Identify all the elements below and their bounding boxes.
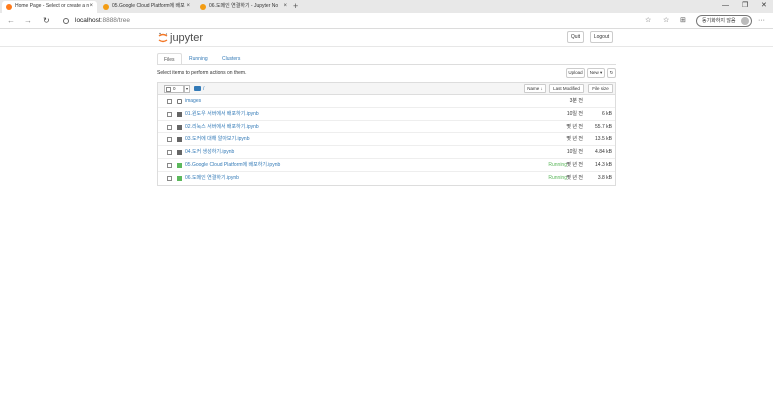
favorites-list-icon[interactable]: ☆ [663,15,669,27]
running-status: Running [548,174,567,181]
quit-button[interactable]: Quit [567,31,584,43]
row-checkbox[interactable] [167,150,172,156]
sort-by-modified-button[interactable]: Last Modified [549,84,584,93]
file-row[interactable]: 03.도커에 대해 알아보기.ipynb 몇 년 전 13.5 kB [158,133,615,147]
row-checkbox[interactable] [167,162,172,168]
new-tab-button[interactable]: + [293,0,298,12]
collections-icon[interactable]: ⊞ [680,15,686,27]
jupyter-logo-icon [158,32,168,43]
sort-by-size-button[interactable]: File size [588,84,613,93]
breadcrumb-root[interactable]: / [203,85,204,93]
jupyter-favicon-icon [200,4,206,10]
header-divider [0,46,773,47]
close-icon[interactable]: × [186,1,190,12]
profile-button[interactable]: 동기화하지 않음 [696,15,752,27]
browser-tab-home[interactable]: Home Page - Select or create a n × [2,1,97,13]
file-row[interactable]: images 3분 전 [158,95,615,108]
refresh-icon: ↻ [609,70,614,75]
file-row[interactable]: 05.Google Cloud Platform에 배포하기.ipynb Runn… [158,159,615,172]
file-size: 55.7 kB [595,123,612,130]
running-status: Running [548,161,567,168]
file-name-link[interactable]: images [185,95,201,108]
file-row[interactable]: 06.도메인 연결하기.ipynb Running 몇 년 전 3.8 kB [158,172,615,185]
profile-label: 동기화하지 않음 [702,18,736,24]
jupyter-favicon-icon [6,4,12,10]
row-checkbox[interactable] [167,137,172,143]
browser-tab-title: 05.Google Cloud Platform에 배포 [112,3,185,9]
favorite-star-icon[interactable]: ☆ [645,15,651,27]
window-close-button[interactable]: ✕ [761,0,767,12]
new-dropdown-button[interactable]: New ▾ [587,68,605,78]
close-icon[interactable]: × [89,1,93,12]
last-modified: 몇 년 전 [566,161,583,168]
browser-tab-gcp[interactable]: 05.Google Cloud Platform에 배포 × [99,1,194,13]
upload-button[interactable]: Upload [566,68,585,78]
folder-icon [177,99,182,104]
row-checkbox[interactable] [167,99,172,104]
avatar-icon [741,17,749,25]
last-modified: 3분 전 [569,98,583,104]
sort-by-name-button[interactable]: Name ↓ [524,84,546,93]
forward-button[interactable]: → [24,15,32,27]
file-name-link[interactable]: 05.Google Cloud Platform에 배포하기.ipynb [185,159,280,172]
address-bar[interactable]: localhost:8888/tree [75,15,635,27]
row-checkbox[interactable] [167,111,172,117]
file-name-link[interactable]: 03.도커에 대해 알아보기.ipynb [185,133,249,146]
notebook-icon [177,124,182,130]
reload-button[interactable]: ↻ [43,15,50,27]
file-list: 0 ▾ / Name ↓ Last Modified File size ima… [157,82,616,186]
file-name-link[interactable]: 04.도커 생성하기.ipynb [185,146,234,159]
last-modified: 10일 전 [566,110,583,117]
file-name-link[interactable]: 02.리눅스 서버에서 배포하기.ipynb [185,121,259,134]
file-size: 6 kB [601,110,612,117]
site-info-icon[interactable] [63,18,69,24]
close-icon[interactable]: × [283,1,287,12]
file-size: 14.3 kB [595,161,612,168]
select-all-checkbox[interactable] [166,87,171,92]
browser-tabstrip: Home Page - Select or create a n × 05.Go… [0,0,773,13]
notebook-icon [177,111,182,117]
notebook-icon [177,137,182,143]
last-modified: 몇 년 전 [566,123,583,130]
jupyter-logo[interactable]: jupyter [157,30,203,46]
row-checkbox[interactable] [167,175,172,181]
file-name-link[interactable]: 01.윈도우 서버에서 배포하기.ipynb [185,108,259,121]
jupyter-favicon-icon [103,4,109,10]
more-menu-icon[interactable]: ··· [758,15,765,27]
browser-tab-title: Home Page - Select or create a n [15,3,90,9]
file-row[interactable]: 04.도커 생성하기.ipynb 10일 전 4.84 kB [158,146,615,159]
browser-toolbar: ← → ↻ localhost:8888/tree ☆ ☆ ⊞ 동기화하지 않음… [0,13,773,29]
select-all-button[interactable]: 0 [164,85,184,93]
file-size: 3.8 kB [597,174,612,181]
file-rows: images 3분 전 01.윈도우 서버에서 배포하기.ipynb 10일 전 6 k… [158,95,615,185]
minimize-button[interactable]: — [722,0,729,12]
url-host: localhost [75,17,101,24]
folder-icon [194,86,201,91]
file-row[interactable]: 02.리눅스 서버에서 배포하기.ipynb 몇 년 전 55.7 kB [158,121,615,134]
row-checkbox[interactable] [167,124,172,130]
file-list-header: 0 ▾ / Name ↓ Last Modified File size [158,83,615,95]
back-button[interactable]: ← [7,15,15,27]
last-modified: 몇 년 전 [566,174,583,181]
logo-text: jupyter [170,32,204,44]
file-size: 13.5 kB [595,136,612,143]
url-path: :8888/tree [100,17,130,24]
select-menu-caret[interactable]: ▾ [184,85,190,93]
file-row[interactable]: 01.윈도우 서버에서 배포하기.ipynb 10일 전 6 kB [158,108,615,121]
tabs-divider [157,64,616,65]
notebook-icon [177,175,182,181]
last-modified: 몇 년 전 [566,136,583,143]
maximize-button[interactable]: ❐ [742,0,748,12]
browser-tab-domain[interactable]: 06.도메인 연결하기 - Jupyter No × [196,1,291,13]
selected-count: 0 [173,86,176,91]
file-name-link[interactable]: 06.도메인 연결하기.ipynb [185,172,239,185]
last-modified: 10일 전 [566,149,583,156]
refresh-button[interactable]: ↻ [607,68,616,78]
notebook-icon [177,162,182,168]
notebook-icon [177,150,182,156]
file-size: 4.84 kB [595,149,612,156]
browser-tab-title: 06.도메인 연결하기 - Jupyter No [209,3,279,9]
logout-button[interactable]: Logout [590,31,613,43]
selection-hint: Select items to perform actions on them. [157,70,247,76]
